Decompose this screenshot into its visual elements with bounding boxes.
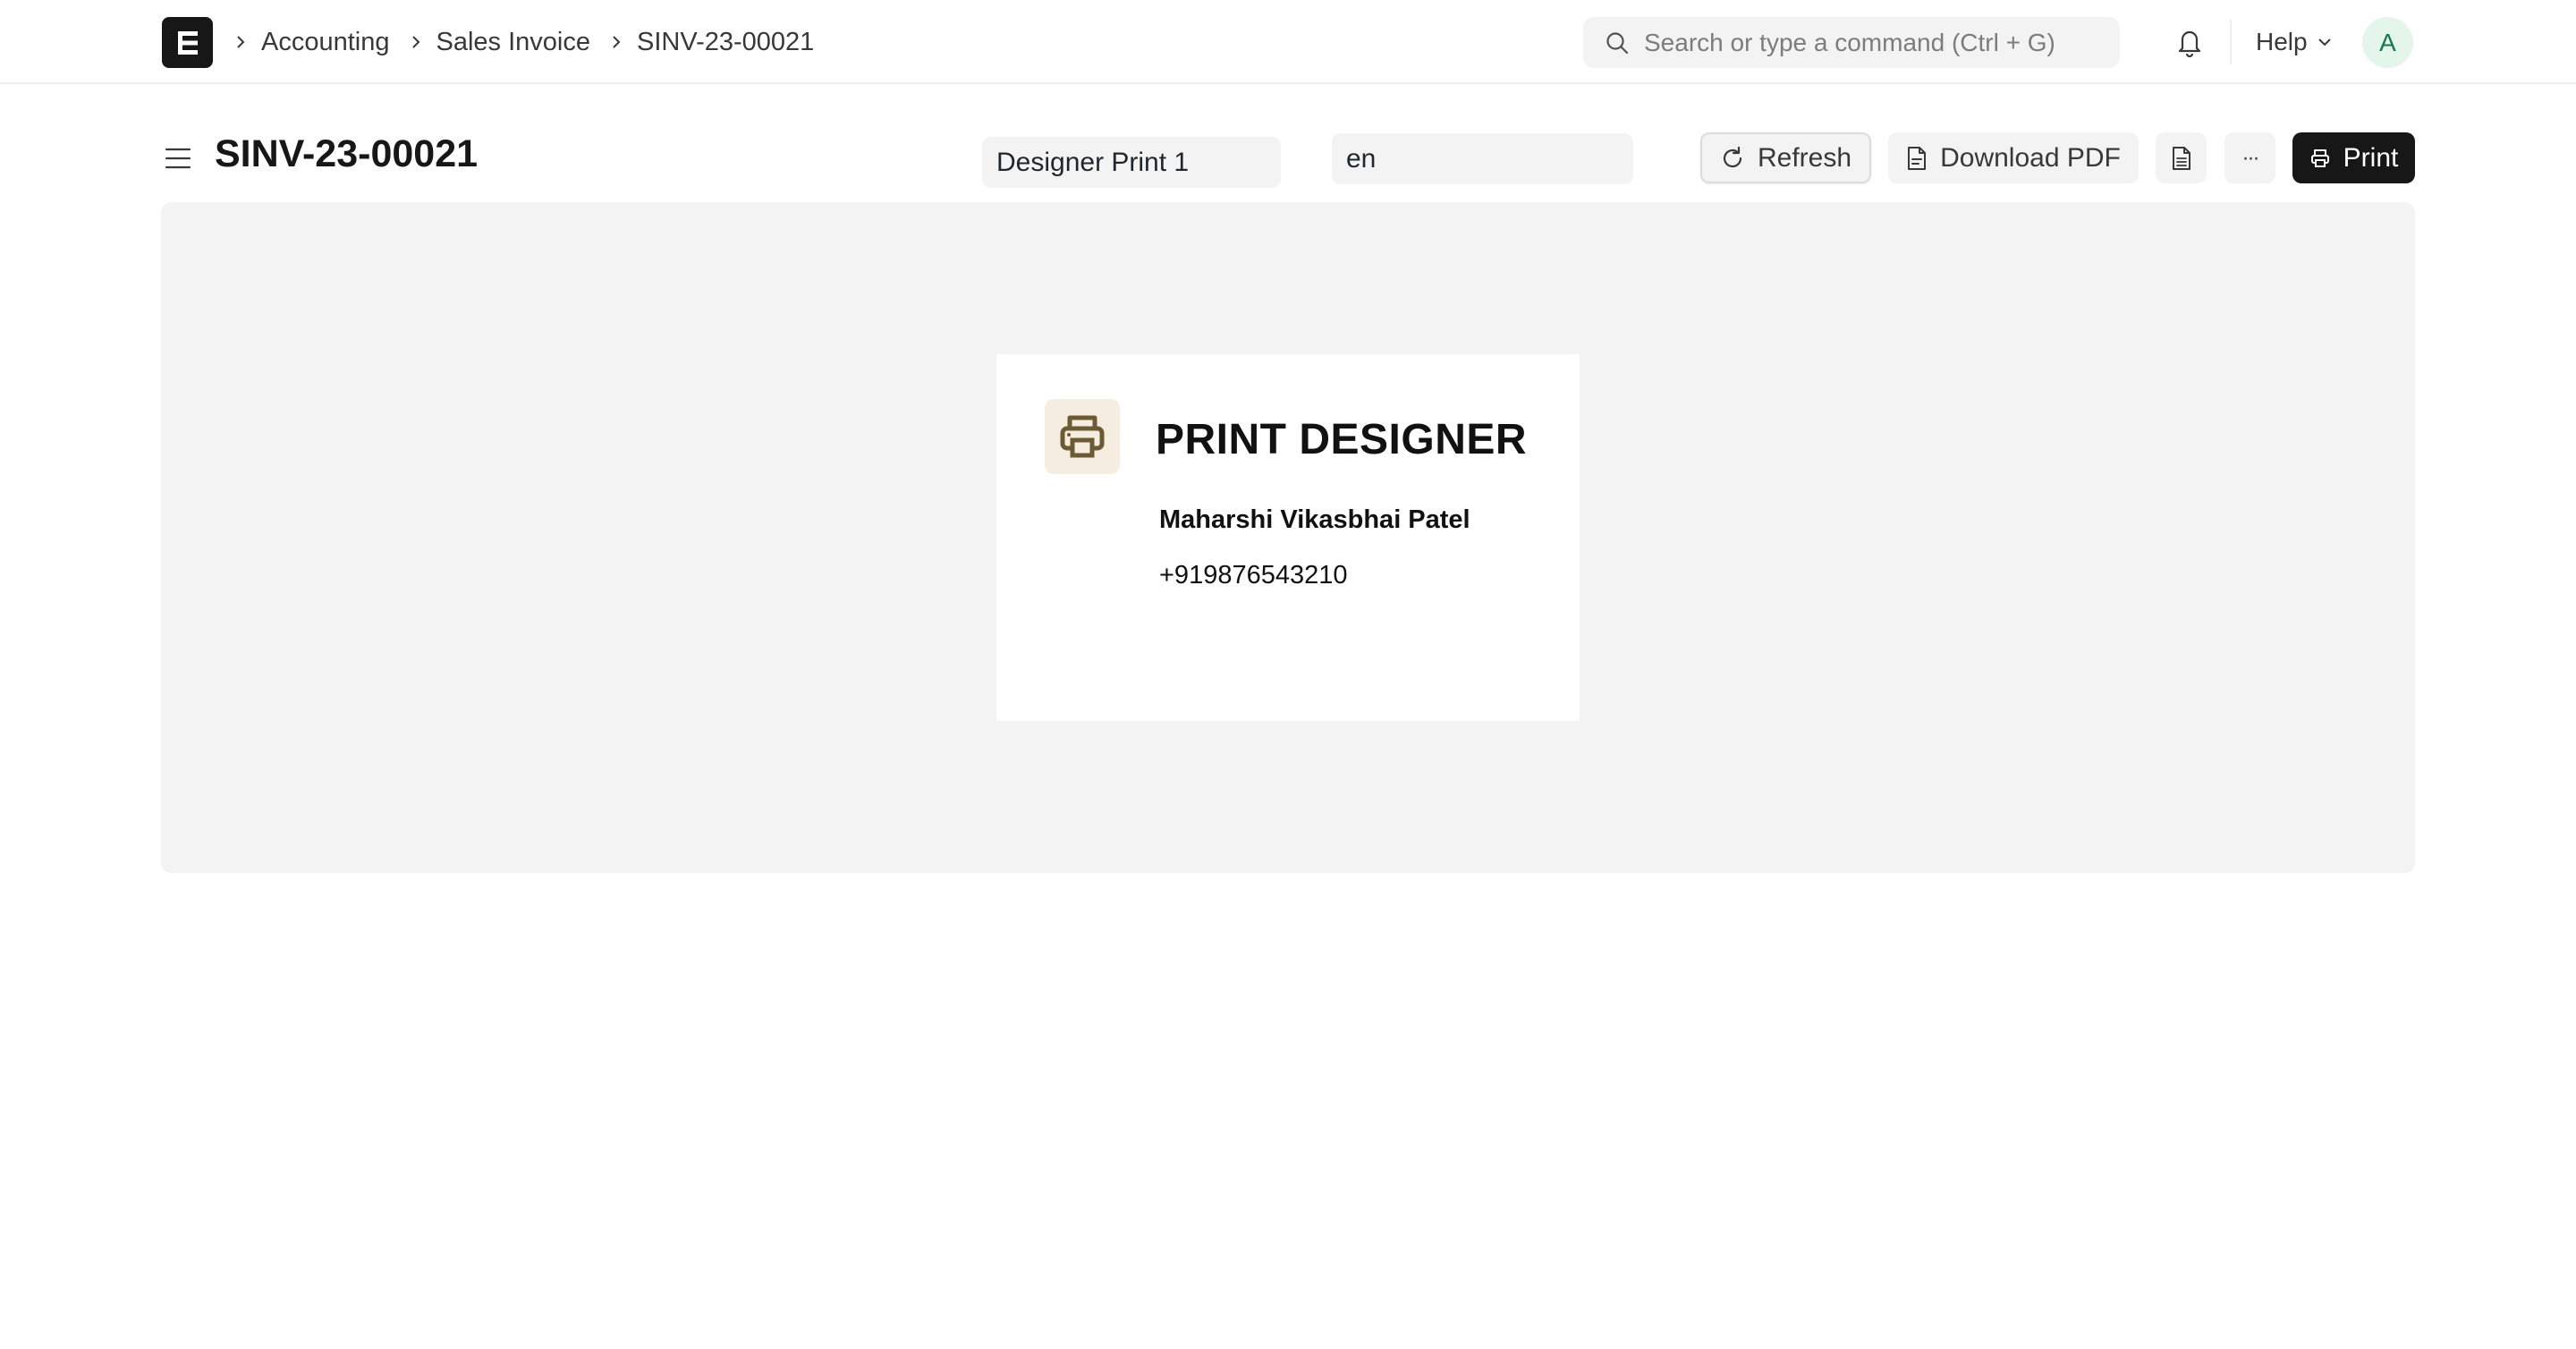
chevron-down-icon	[2318, 38, 2331, 47]
file-icon	[1906, 146, 1928, 171]
notifications-bell-icon[interactable]	[2172, 24, 2207, 60]
print-label: Print	[2343, 142, 2399, 173]
more-options-label: ···	[2241, 145, 2260, 170]
page-title: SINV-23-00021	[215, 132, 479, 175]
help-label: Help	[2256, 28, 2308, 55]
user-avatar[interactable]: A	[2362, 17, 2413, 68]
printer-icon	[2309, 148, 2331, 169]
search-input[interactable]	[1644, 28, 2109, 57]
document-icon	[2172, 146, 2190, 170]
more-options-button[interactable]: ···	[2224, 132, 2275, 183]
navbar: Accounting Sales Invoice SINV-23-00021 H…	[0, 0, 2576, 84]
customer-name: Maharshi Vikasbhai Patel	[1159, 505, 1470, 534]
view-document-button[interactable]	[2156, 132, 2207, 183]
chevron-right-icon	[410, 34, 422, 50]
download-pdf-label: Download PDF	[1940, 142, 2121, 173]
print-format-select[interactable]: Designer Print 1	[982, 137, 1281, 188]
help-dropdown[interactable]: Help	[2256, 0, 2333, 84]
print-designer-logo	[1045, 399, 1120, 474]
erpnext-logo-icon	[177, 30, 198, 55]
refresh-button[interactable]: Refresh	[1700, 132, 1871, 183]
breadcrumb-current-document[interactable]: SINV-23-00021	[637, 28, 814, 57]
search-icon	[1606, 31, 1629, 54]
customer-phone: +919876543210	[1159, 561, 1348, 590]
app-logo[interactable]	[162, 17, 213, 68]
navbar-divider	[2230, 20, 2232, 64]
refresh-label: Refresh	[1757, 142, 1852, 173]
chevron-right-icon	[234, 34, 247, 50]
breadcrumb-accounting[interactable]: Accounting	[261, 28, 390, 57]
print-button[interactable]: Print	[2292, 132, 2415, 183]
breadcrumb-sales-invoice[interactable]: Sales Invoice	[436, 28, 591, 57]
download-pdf-button[interactable]: Download PDF	[1888, 132, 2139, 183]
refresh-icon	[1720, 146, 1745, 171]
chevron-right-icon	[610, 34, 623, 50]
printer-icon	[1060, 415, 1105, 458]
awesomebar-search[interactable]	[1583, 17, 2120, 68]
sidebar-toggle-menu-icon[interactable]	[163, 143, 193, 174]
language-select[interactable]: en	[1332, 133, 1633, 184]
print-designer-title: PRINT DESIGNER	[1156, 416, 1528, 463]
breadcrumb: Accounting Sales Invoice SINV-23-00021	[234, 0, 834, 84]
